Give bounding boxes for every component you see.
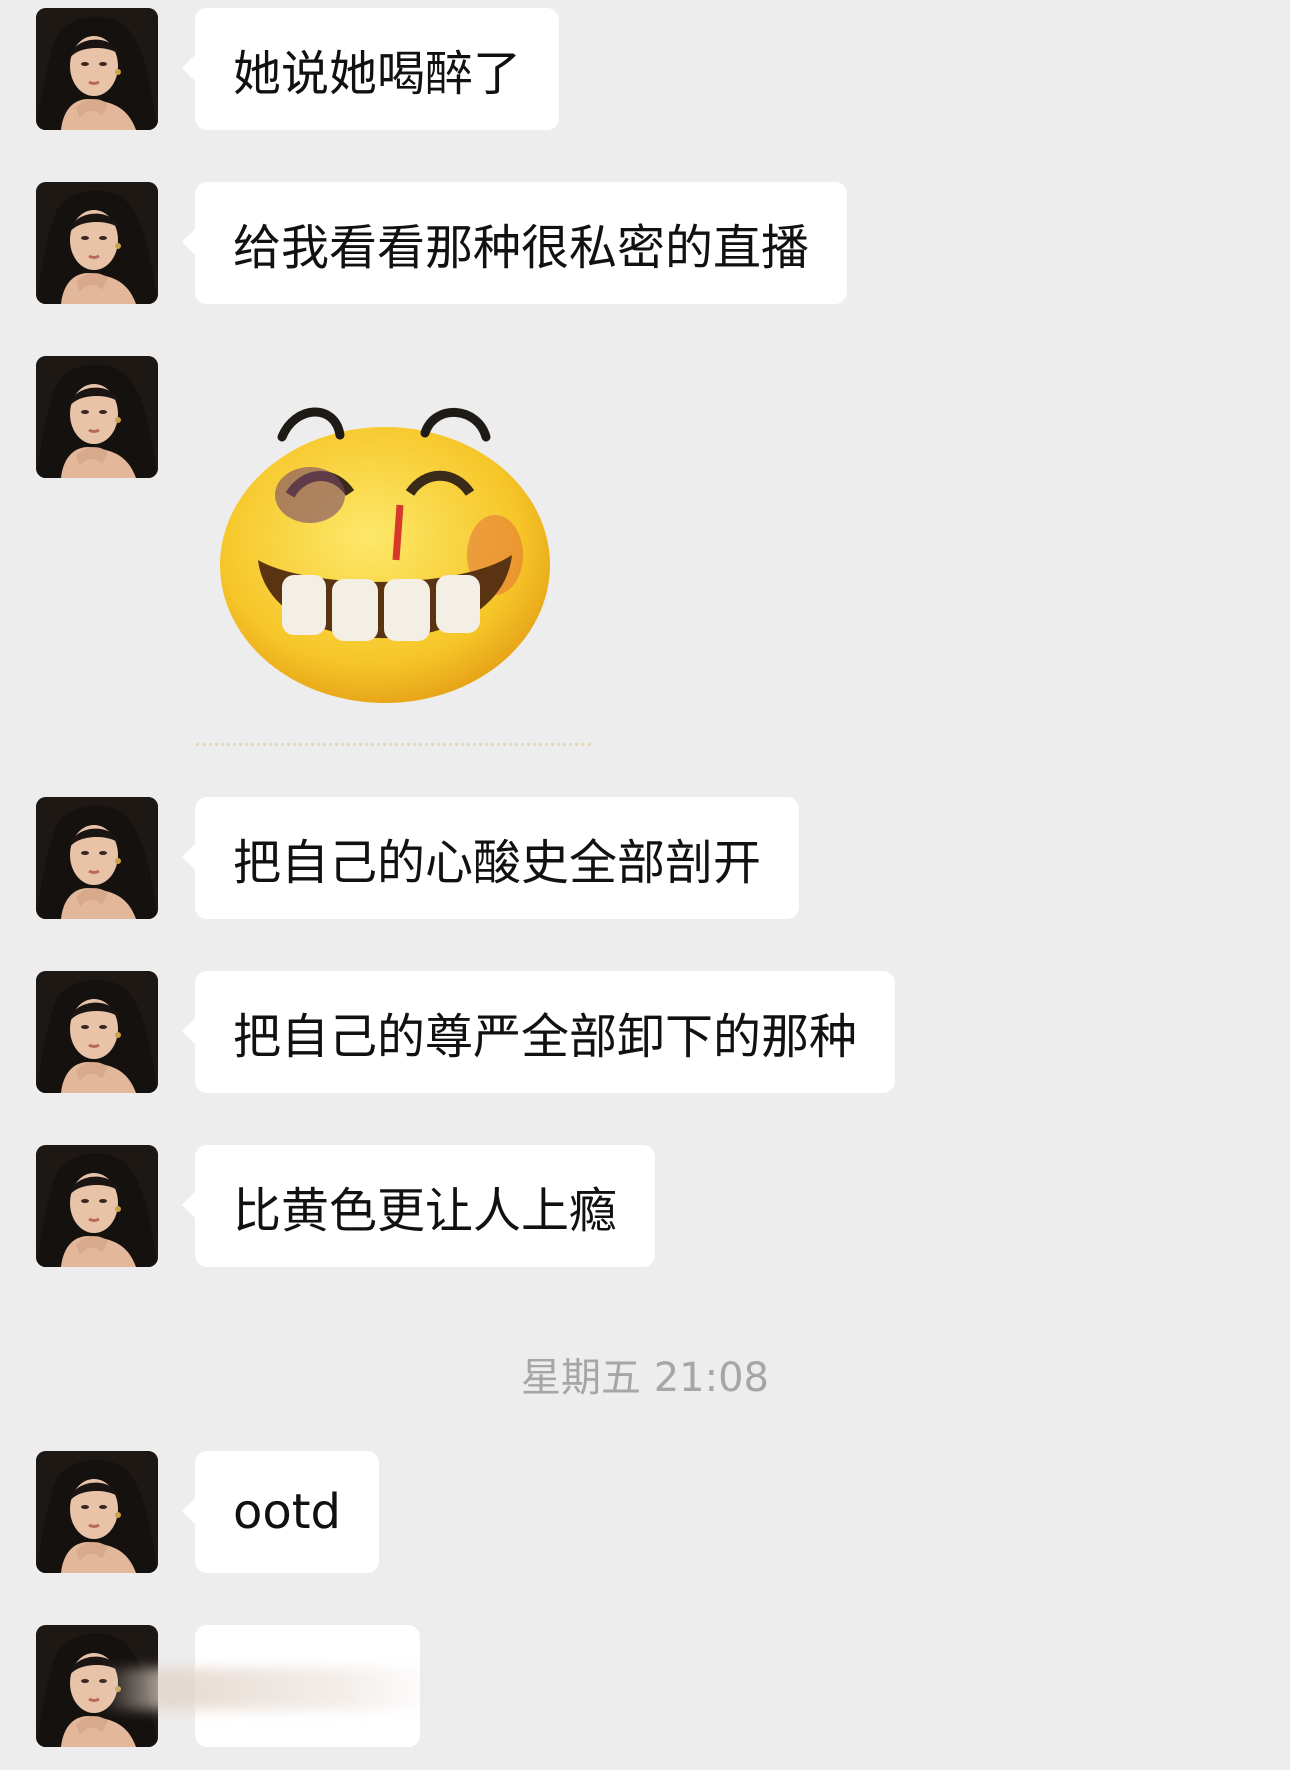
avatar[interactable]: [36, 8, 158, 130]
message-bubble[interactable]: 把自己的心酸史全部剖开: [181, 797, 800, 919]
avatar[interactable]: [36, 971, 158, 1093]
blur-overlay: [100, 1668, 440, 1710]
avatar[interactable]: [36, 1145, 158, 1267]
dotted-divider: [196, 743, 591, 746]
avatar[interactable]: [36, 1451, 158, 1573]
message-bubble[interactable]: 她说她喝醉了: [181, 8, 560, 130]
grinning-bruised-face-sticker[interactable]: [210, 385, 565, 715]
message-bubble[interactable]: ootd: [181, 1451, 380, 1573]
message-text: ootd: [233, 1484, 342, 1540]
message-bubble[interactable]: 给我看看那种很私密的直播: [181, 182, 848, 304]
avatar[interactable]: [36, 356, 158, 478]
timestamp: 星期五 21:08: [521, 1355, 769, 1401]
message-bubble[interactable]: 把自己的尊严全部卸下的那种: [181, 971, 896, 1093]
message-text: 给我看看那种很私密的直播: [233, 220, 810, 276]
avatar[interactable]: [36, 182, 158, 304]
message-text: 把自己的尊严全部卸下的那种: [233, 1009, 858, 1065]
message-text: 把自己的心酸史全部剖开: [233, 835, 762, 891]
avatar[interactable]: [36, 797, 158, 919]
message-text: 她说她喝醉了: [233, 46, 522, 102]
message-text: 比黄色更让人上瘾: [233, 1183, 618, 1239]
message-bubble[interactable]: 比黄色更让人上瘾: [181, 1145, 656, 1267]
